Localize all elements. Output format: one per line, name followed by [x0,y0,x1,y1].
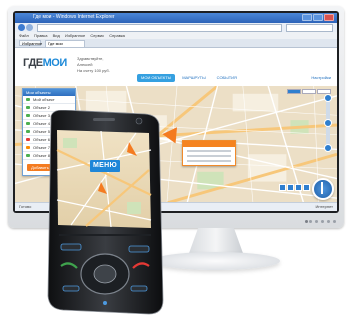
nav-events[interactable]: СОБЫТИЯ [213,74,241,82]
browser-tab[interactable]: Где мои [45,40,85,47]
monitor-buttons [309,220,336,223]
monitor-stand-base [152,252,280,270]
map-layer-satellite[interactable] [302,89,316,94]
phone-menu-button[interactable]: МЕНЮ [90,160,120,172]
search-input[interactable] [286,24,333,32]
login-line-3: На счету 100 руб. [77,68,110,73]
popup-header [183,141,235,147]
site-nav: МОИ ОБЪЕКТЫ МАРШРУТЫ СОБЫТИЯ [137,74,241,82]
nav-routes[interactable]: МАРШРУТЫ [178,74,209,82]
menu-item-tools[interactable]: Сервис [90,32,104,39]
window-controls [302,14,334,21]
site-header: ГДЕМОИ Здравствуйте, Алексей На счету 10… [15,48,337,86]
zoom-out-icon[interactable] [324,144,332,152]
url-input[interactable] [37,24,282,32]
menu-item-favorites[interactable]: Избранное [65,32,85,39]
tabs-bar: Избранное Где мои [15,39,337,48]
menu-item-edit[interactable]: Правка [34,32,48,39]
print-icon[interactable] [287,184,294,191]
monitor-button[interactable] [327,220,330,223]
zoom-in-icon[interactable] [324,94,332,102]
map-layer-switcher [287,89,331,94]
menu-item-file[interactable]: Файл [19,32,29,39]
popup-line [187,155,231,157]
compass-icon[interactable] [312,178,334,200]
login-info: Здравствуйте, Алексей На счету 100 руб. [77,56,110,74]
monitor-button[interactable] [315,220,318,223]
browser-titlebar: Где мои - Windows Internet Explorer [15,13,337,23]
zone-text: Интернет [315,204,333,209]
forward-button[interactable] [26,24,33,31]
favorites-button[interactable]: Избранное [19,40,42,46]
map-layer-scheme[interactable] [287,89,301,94]
window-title: Где мои - Windows Internet Explorer [33,14,115,20]
popup-line [187,150,231,152]
menu-bar: Файл Правка Вид Избранное Сервис Справка [15,32,337,39]
monitor-button[interactable] [321,220,324,223]
power-led-icon [305,220,308,223]
back-button[interactable] [18,24,25,31]
monitor-button[interactable] [333,220,336,223]
status-text: Готово [19,204,32,209]
logo-accent: МОИ [42,57,68,69]
panel-title: Мои объекты [23,89,75,96]
close-button[interactable] [324,14,334,21]
minimize-button[interactable] [302,14,312,21]
object-popup[interactable] [182,140,236,166]
phone-body [47,110,164,315]
map-tools [279,184,310,191]
menu-item-view[interactable]: Вид [53,32,60,39]
settings-link[interactable]: Настройки [311,75,331,80]
logo-main: ГДЕ [23,57,43,69]
zoom-handle[interactable] [324,119,332,127]
nav-my-objects[interactable]: МОИ ОБЪЕКТЫ [137,74,176,82]
layers-icon[interactable] [295,184,302,191]
ruler-icon[interactable] [279,184,286,191]
menu-item-help[interactable]: Справка [109,32,125,39]
site-logo[interactable]: ГДЕМОИ [23,57,67,69]
mobile-phone: МЕНЮ [41,110,165,315]
monitor-button[interactable] [309,220,312,223]
object-row[interactable]: Мой объект [23,96,75,104]
fullscreen-icon[interactable] [303,184,310,191]
maximize-button[interactable] [313,14,323,21]
popup-line [187,160,231,162]
